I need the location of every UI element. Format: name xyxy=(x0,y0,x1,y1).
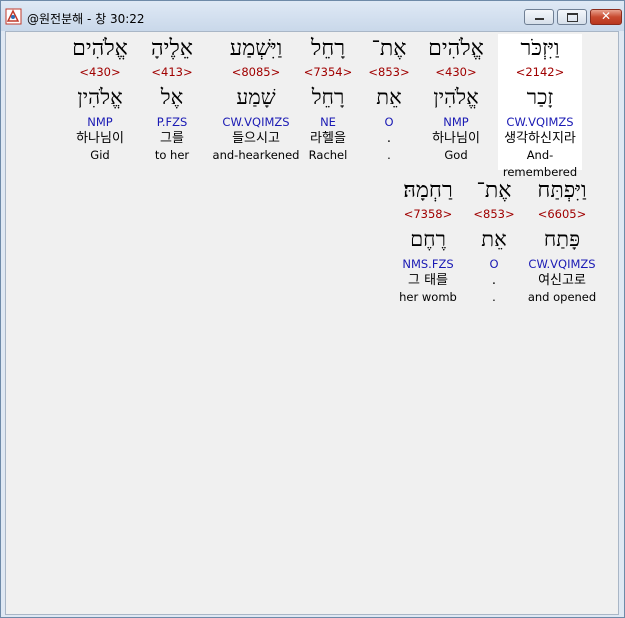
english-gloss: God xyxy=(444,148,468,162)
word-card[interactable]: אֱלֹהִים <430> אֱלֹהִין NMP 하나님이 God xyxy=(414,34,498,164)
hebrew-word: אֱלֹהִים xyxy=(428,36,484,61)
english-gloss: and opened xyxy=(527,290,597,304)
parsing-code: CW.VQIMZS xyxy=(528,257,596,271)
app-icon[interactable] xyxy=(5,8,22,25)
parsing-code: CW.VQIMZS xyxy=(506,115,574,129)
word-card[interactable]: אֵלֶיהָ <413> אֶל P.FZS 그를 to her xyxy=(142,34,202,164)
english-gloss: And-remembered xyxy=(502,148,578,179)
parsing-code: NMP xyxy=(87,115,113,129)
korean-gloss: 하나님이 xyxy=(432,131,480,146)
verse-analysis-panel[interactable]: וַיִּזְכֹּר <2142> זָכַר CW.VQIMZS 생각하신지… xyxy=(5,31,619,615)
korean-gloss: 생각하신지라 xyxy=(504,131,576,146)
title-bar[interactable]: @원전분해 - 창 30:22 ✕ xyxy=(1,1,624,31)
english-gloss: and-hearkened xyxy=(212,148,300,162)
app-window: @원전분해 - 창 30:22 ✕ וַיִּזְכֹּר <2142> זָכ… xyxy=(0,0,625,618)
word-card[interactable]: וַיִּשְׁמַע <8085> שָׁמַע CW.VQIMZS 들으시고… xyxy=(208,34,304,164)
korean-gloss: 하나님이 xyxy=(76,131,124,146)
korean-gloss: 여신고로 xyxy=(538,273,586,288)
hebrew-root: אֱלֹהִין xyxy=(433,85,479,109)
english-gloss: Gid xyxy=(90,148,110,162)
hebrew-word: אֵלֶיהָ xyxy=(151,36,193,61)
hebrew-root: אֱלֹהִין xyxy=(77,85,123,109)
strong-number: <430> xyxy=(79,65,121,79)
strong-number: <430> xyxy=(435,65,477,79)
korean-gloss: 그를 xyxy=(160,131,184,146)
maximize-button[interactable] xyxy=(557,9,587,25)
hebrew-word: אֱלֹהִים xyxy=(72,36,128,61)
word-card[interactable]: וַיִּזְכֹּר <2142> זָכַר CW.VQIMZS 생각하신지… xyxy=(498,34,582,179)
hebrew-root: שָׁמַע xyxy=(236,85,276,109)
english-gloss: her womb xyxy=(399,290,457,304)
window-title: @원전분해 - 창 30:22 xyxy=(27,12,145,26)
word-card[interactable]: וַיִּפְתַּח <6605> פָּתַח CW.VQIMZS 여신고로… xyxy=(520,176,604,306)
word-card[interactable]: רַחְמָהּ׃ <7358> רֶחֶם NMS.FZS 그 태를 her … xyxy=(384,176,472,306)
hebrew-root: רֶחֶם xyxy=(410,227,446,251)
korean-gloss: 그 태를 xyxy=(407,273,448,288)
word-card[interactable]: אֱלֹהִים <430> אֱלֹהִין NMP 하나님이 Gid xyxy=(58,34,142,164)
strong-number: <2142> xyxy=(515,65,565,79)
hebrew-word: וַיִּשְׁמַע xyxy=(229,36,283,61)
hebrew-root: פָּתַח xyxy=(543,227,581,251)
hebrew-word: וַיִּפְתַּח xyxy=(537,178,587,203)
strong-number: <7358> xyxy=(403,207,453,221)
parsing-code: CW.VQIMZS xyxy=(222,115,290,129)
hebrew-word: רַחְמָהּ׃ xyxy=(403,178,453,203)
hebrew-word: וַיִּזְכֹּר xyxy=(520,36,560,61)
korean-gloss: 들으시고 xyxy=(232,131,280,146)
close-button[interactable]: ✕ xyxy=(590,9,622,25)
minimize-button[interactable] xyxy=(524,9,554,25)
parsing-code: NMP xyxy=(443,115,469,129)
english-gloss: to her xyxy=(154,148,190,162)
strong-number: <8085> xyxy=(231,65,281,79)
hebrew-root: זָכַר xyxy=(526,85,554,109)
parsing-code: NMS.FZS xyxy=(402,257,454,271)
close-icon: ✕ xyxy=(600,9,612,23)
strong-number: <413> xyxy=(151,65,193,79)
strong-number: <6605> xyxy=(537,207,587,221)
hebrew-root: אֶל xyxy=(160,85,184,109)
parsing-code: P.FZS xyxy=(156,115,188,129)
